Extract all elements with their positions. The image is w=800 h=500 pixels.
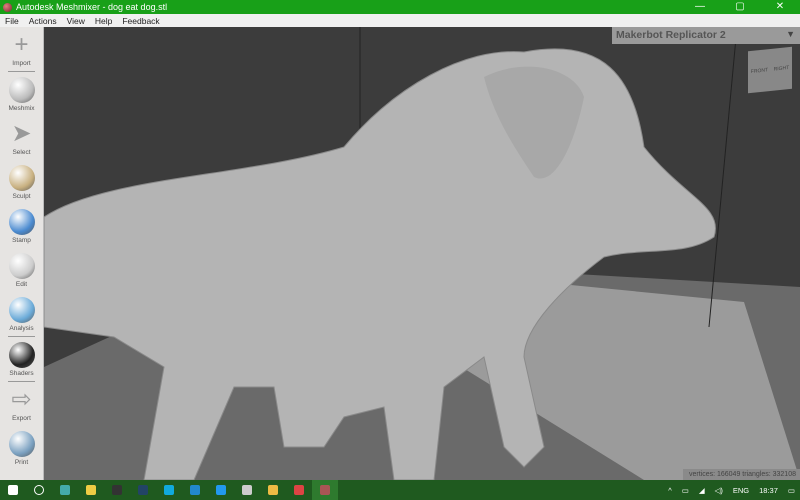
tool-label: Analysis — [9, 325, 34, 332]
tool-meshmix[interactable]: Meshmix — [0, 72, 43, 116]
system-tray: ^ ▭ ◢ ◁) ENG 18:37 ▭ — [663, 480, 800, 500]
title-bar: Autodesk Meshmixer - dog eat dog.stl — ▢… — [0, 0, 800, 14]
plus-icon: + — [14, 31, 29, 58]
window-title: Autodesk Meshmixer - dog eat dog.stl — [16, 2, 168, 12]
tool-analysis[interactable]: Analysis — [0, 292, 43, 336]
stamp-icon — [8, 209, 35, 235]
app-icon[interactable] — [52, 480, 78, 500]
mail-icon[interactable] — [182, 480, 208, 500]
build-volume-edge — [708, 27, 738, 328]
menu-bar: File Actions View Help Feedback — [0, 14, 800, 27]
epic-icon[interactable] — [104, 480, 130, 500]
tool-print[interactable]: Print — [0, 426, 43, 470]
printer-name: Makerbot Replicator 2 — [616, 29, 726, 41]
menu-view[interactable]: View — [67, 16, 85, 26]
language-indicator[interactable]: ENG — [733, 486, 749, 495]
print-icon — [8, 431, 35, 457]
tool-sidebar: + Import Meshmix ➤ Select Sculpt Stamp Edit Anal… — [0, 27, 44, 480]
tool-sculpt[interactable]: Sculpt — [0, 160, 43, 204]
tool-label: Print — [14, 459, 29, 466]
edit-icon — [8, 253, 35, 279]
store-icon[interactable] — [78, 480, 104, 500]
tool-label: Stamp — [12, 237, 31, 244]
tool-label: Export — [12, 415, 31, 422]
menu-help[interactable]: Help — [95, 16, 112, 26]
shaders-icon — [8, 342, 35, 368]
menu-feedback[interactable]: Feedback — [122, 16, 159, 26]
printer-dropdown[interactable]: Makerbot Replicator 2 ▼ — [612, 27, 800, 44]
menu-actions[interactable]: Actions — [29, 16, 57, 26]
tool-edit[interactable]: Edit — [0, 248, 43, 292]
maximize-button[interactable]: ▢ — [720, 0, 760, 14]
tool-label: Edit — [15, 281, 28, 288]
search-icon[interactable] — [26, 480, 52, 500]
tool-label: Import — [12, 60, 31, 67]
mesh-stats: vertices: 166049 triangles: 332108 — [682, 469, 800, 480]
sculpt-brush-icon — [8, 165, 35, 191]
chrome-icon[interactable] — [286, 480, 312, 500]
scene — [44, 27, 800, 480]
clock[interactable]: 18:37 — [759, 486, 778, 495]
tool-stamp[interactable]: Stamp — [0, 204, 43, 248]
meshmixer-icon[interactable] — [312, 480, 338, 500]
cube-front-label: FRONT — [750, 67, 769, 76]
tool-label: Meshmix — [8, 105, 35, 112]
meshmixer-logo-icon — [3, 2, 12, 12]
dropdown-arrow-icon: ▼ — [786, 29, 795, 39]
notification-icon[interactable]: ▭ — [788, 486, 795, 495]
volume-icon[interactable]: ◁) — [715, 486, 723, 495]
tool-label: Select — [12, 149, 31, 156]
export-icon: ⇨ — [11, 386, 32, 413]
explorer-icon[interactable] — [260, 480, 286, 500]
tool-label: Shaders — [9, 370, 34, 377]
menu-file[interactable]: File — [5, 16, 19, 26]
close-button[interactable]: ✕ — [760, 0, 800, 14]
tool-shaders[interactable]: Shaders — [0, 337, 43, 381]
tool-label: Sculpt — [12, 193, 31, 200]
game-icon[interactable] — [234, 480, 260, 500]
wifi-icon[interactable]: ◢ — [699, 486, 705, 495]
tool-import[interactable]: + Import — [0, 27, 43, 71]
start-icon[interactable] — [0, 480, 26, 500]
3d-viewport[interactable]: Makerbot Replicator 2 ▼ FRONT RIGHT vertic… — [44, 27, 800, 480]
tool-select[interactable]: ➤ Select — [0, 116, 43, 160]
show-hidden-icon[interactable]: ^ — [668, 486, 672, 495]
select-arrow-icon: ➤ — [11, 120, 32, 147]
analysis-icon — [8, 297, 35, 323]
minimize-button[interactable]: — — [680, 0, 720, 14]
tool-export[interactable]: ⇨ Export — [0, 382, 43, 426]
view-cube[interactable]: FRONT RIGHT — [748, 46, 792, 94]
steam-icon[interactable] — [130, 480, 156, 500]
phone-icon[interactable] — [208, 480, 234, 500]
cube-right-label: RIGHT — [773, 64, 790, 73]
c-app-icon[interactable] — [156, 480, 182, 500]
meshmix-icon — [8, 77, 35, 103]
battery-icon[interactable]: ▭ — [682, 486, 689, 495]
taskbar: ^ ▭ ◢ ◁) ENG 18:37 ▭ — [0, 480, 800, 500]
